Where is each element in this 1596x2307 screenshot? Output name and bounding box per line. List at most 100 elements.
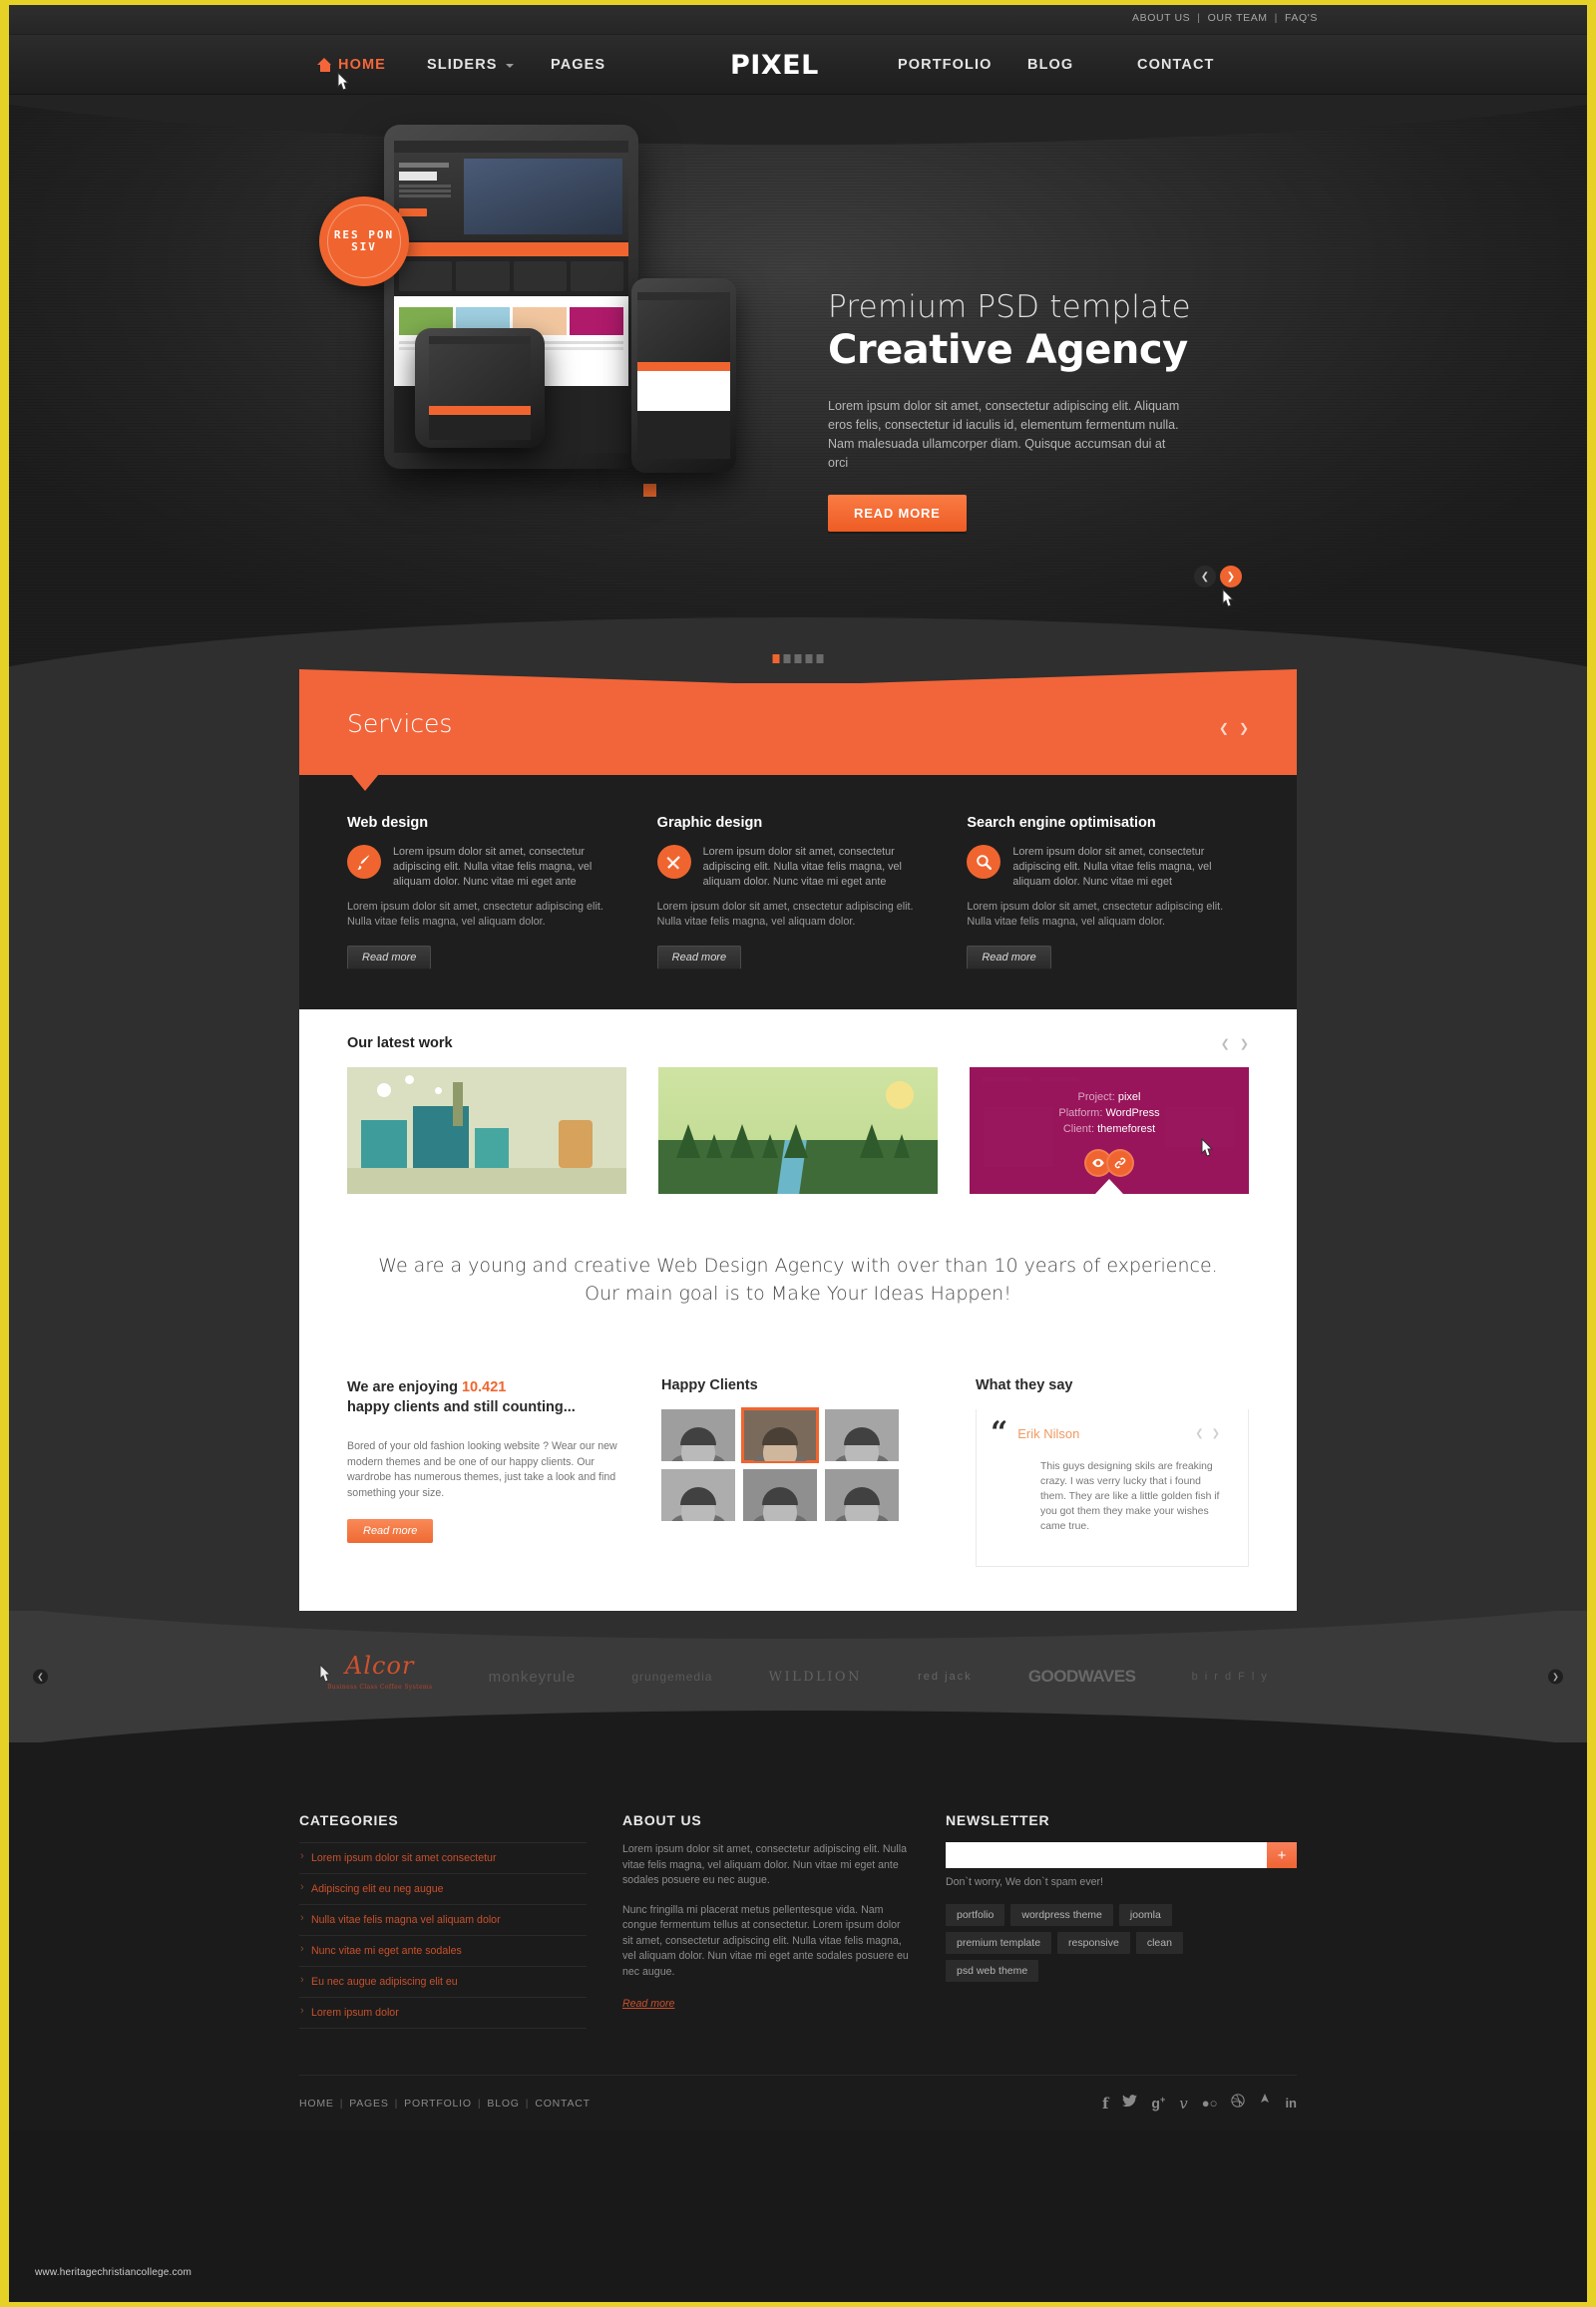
top-bar-links: ABOUT US | OUR TEAM | FAQ'S [1132, 12, 1318, 24]
slider-dot-3[interactable] [794, 654, 802, 663]
service-read-more-button[interactable]: Read more [347, 946, 432, 969]
category-item[interactable]: Nunc vitae mi eget ante sodales [299, 1935, 587, 1966]
tag-responsive[interactable]: responsive [1057, 1932, 1130, 1954]
hero-kicker: Premium PSD template [828, 289, 1191, 325]
tag-premium-template[interactable]: premium template [946, 1932, 1052, 1954]
client-logo-monkeyrule[interactable]: monkeyrule [489, 1669, 577, 1686]
flickr-icon[interactable]: ●○ [1202, 2096, 1218, 2111]
dribbble-icon[interactable] [1231, 2094, 1246, 2113]
tag-wordpress-theme[interactable]: wordpress theme [1010, 1904, 1113, 1926]
client-logo-goodwaves[interactable]: GOODWAVES [1028, 1667, 1136, 1687]
testimonial-author: Erik Nilson [1017, 1425, 1080, 1441]
footer-newsletter: NEWSLETTER + Don`t worry, We don`t spam … [946, 1812, 1297, 2029]
client-logo-alcor-name: Alcor [345, 1652, 415, 1680]
clients-next-arrow[interactable]: ❯ [1548, 1669, 1563, 1685]
nav-item-sliders[interactable]: SLIDERS [427, 57, 514, 73]
behance-icon[interactable] [1259, 2094, 1271, 2113]
category-item[interactable]: Lorem ipsum dolor [299, 1997, 587, 2029]
client-avatar[interactable] [743, 1469, 817, 1521]
slider-dot-4[interactable] [805, 654, 813, 663]
category-item[interactable]: Lorem ipsum dolor sit amet consectetur [299, 1842, 587, 1873]
testimonial-next-arrow[interactable]: ❯ [1212, 1428, 1220, 1439]
topbar-link-faqs[interactable]: FAQ'S [1285, 12, 1318, 24]
slider-dot-1[interactable] [772, 654, 780, 663]
nav-item-blog[interactable]: BLOG [1027, 57, 1073, 73]
category-item[interactable]: Eu nec augue adipiscing elit eu [299, 1966, 587, 1997]
client-logo-birdfly[interactable]: b i r d F l y [1192, 1671, 1269, 1683]
client-logo-alcor[interactable]: Alcor Business Class Coffee Systems [319, 1652, 432, 1699]
newsletter-email-input[interactable] [946, 1842, 1267, 1868]
hero-prev-arrow[interactable]: ❮ [1194, 566, 1216, 587]
twitter-icon[interactable] [1122, 2094, 1138, 2113]
footer-nav-portfolio[interactable]: PORTFOLIO [404, 2098, 472, 2110]
services-next-arrow[interactable]: ❯ [1239, 721, 1249, 735]
topbar-link-about-us[interactable]: ABOUT US [1132, 12, 1190, 24]
services-title: Services [347, 709, 453, 738]
clients-prev-arrow[interactable]: ❮ [33, 1669, 48, 1685]
client-logo-grungemedia[interactable]: grungemedia [631, 1670, 712, 1684]
testimonial-title: What they say [976, 1377, 1073, 1393]
slider-dot-5[interactable] [816, 654, 824, 663]
work-overlay: Project: pixel Platform: WordPress Clien… [970, 1067, 1249, 1194]
nav-item-portfolio[interactable]: PORTFOLIO [898, 57, 992, 73]
enjoy-read-more-button[interactable]: Read more [347, 1519, 434, 1543]
newsletter-submit-button[interactable]: + [1267, 1842, 1297, 1868]
footer-nav-pages[interactable]: PAGES [349, 2098, 388, 2110]
nav-item-contact[interactable]: CONTACT [1137, 57, 1215, 73]
nav-label-contact: CONTACT [1137, 57, 1215, 73]
nav-item-pages[interactable]: PAGES [551, 57, 605, 73]
enjoy-heading: We are enjoying 10.421 happy clients and… [347, 1377, 631, 1417]
work-item-forest[interactable] [658, 1067, 938, 1194]
client-logo-wildlion[interactable]: WILDLION [769, 1670, 862, 1685]
footer-nav-home[interactable]: HOME [299, 2098, 334, 2110]
client-avatar[interactable] [661, 1409, 735, 1461]
nav-item-home[interactable]: HOME [317, 57, 386, 73]
category-item[interactable]: Nulla vitae felis magna vel aliquam dolo… [299, 1904, 587, 1935]
newsletter-form: + [946, 1842, 1297, 1868]
slider-dot-2[interactable] [783, 654, 791, 663]
topbar-separator: | [1274, 12, 1278, 24]
client-avatar[interactable] [661, 1469, 735, 1521]
footer-tag-cloud: portfolio wordpress theme joomla premium… [946, 1904, 1235, 1982]
work-item-factory[interactable] [347, 1067, 626, 1194]
client-avatar[interactable] [825, 1469, 899, 1521]
footer-social-icons: f g+ v ●○ in [1102, 2094, 1297, 2113]
topbar-link-our-team[interactable]: OUR TEAM [1208, 12, 1268, 24]
testimonial-box: “ Erik Nilson ❮ ❯ This guys designing sk… [976, 1409, 1249, 1567]
work-item-pixel-project[interactable]: Project: pixel Platform: WordPress Clien… [970, 1067, 1249, 1194]
facebook-icon[interactable]: f [1102, 2095, 1108, 2113]
client-logo-redjack[interactable]: red jack [918, 1671, 973, 1683]
tag-psd-web-theme[interactable]: psd web theme [946, 1960, 1039, 1982]
hero-read-more-button[interactable]: READ MORE [828, 495, 967, 532]
client-avatar[interactable] [825, 1409, 899, 1461]
client-avatar-active[interactable] [741, 1407, 819, 1463]
enjoy-post: happy clients and still counting... [347, 1399, 576, 1415]
tag-portfolio[interactable]: portfolio [946, 1904, 1005, 1926]
services-notch [351, 774, 379, 791]
category-item[interactable]: Adipiscing elit eu neg augue [299, 1873, 587, 1904]
service-read-more-button[interactable]: Read more [656, 946, 742, 969]
link-icon[interactable] [1106, 1149, 1134, 1177]
footer-categories-list: Lorem ipsum dolor sit amet consectetur A… [299, 1842, 587, 2029]
footer-nav: HOME | PAGES | PORTFOLIO | BLOG | CONTACT [299, 2097, 591, 2110]
linkedin-icon[interactable]: in [1285, 2096, 1297, 2111]
footer-nav-contact[interactable]: CONTACT [535, 2098, 591, 2110]
footer-nav-blog[interactable]: BLOG [487, 2098, 519, 2110]
hero-next-arrow[interactable]: ❯ [1220, 566, 1242, 587]
device-mockup-group: RES PON SIV [311, 115, 738, 534]
services-prev-arrow[interactable]: ❮ [1219, 721, 1229, 735]
website: ABOUT US | OUR TEAM | FAQ'S HOME SLIDERS PAG… [9, 5, 1587, 2302]
google-plus-icon[interactable]: g+ [1151, 2095, 1165, 2112]
testimonial-prev-arrow[interactable]: ❮ [1195, 1428, 1203, 1439]
tag-joomla[interactable]: joomla [1118, 1904, 1172, 1926]
tag-clean[interactable]: clean [1135, 1932, 1183, 1954]
service-text-1: Lorem ipsum dolor sit amet, consectetur … [393, 846, 593, 888]
service-read-more-button[interactable]: Read more [967, 946, 1051, 969]
footer-bottom-bar: HOME | PAGES | PORTFOLIO | BLOG | CONTACT f g+ v… [299, 2075, 1297, 2130]
latest-work-prev-arrow[interactable]: ❮ [1221, 1037, 1230, 1050]
latest-work-next-arrow[interactable]: ❯ [1240, 1037, 1249, 1050]
vimeo-icon[interactable]: v [1179, 2095, 1187, 2113]
client-label: Client: [1062, 1123, 1095, 1135]
site-logo[interactable]: PIXEL [730, 50, 819, 81]
footer-about-read-more[interactable]: Read more [622, 1998, 674, 2010]
